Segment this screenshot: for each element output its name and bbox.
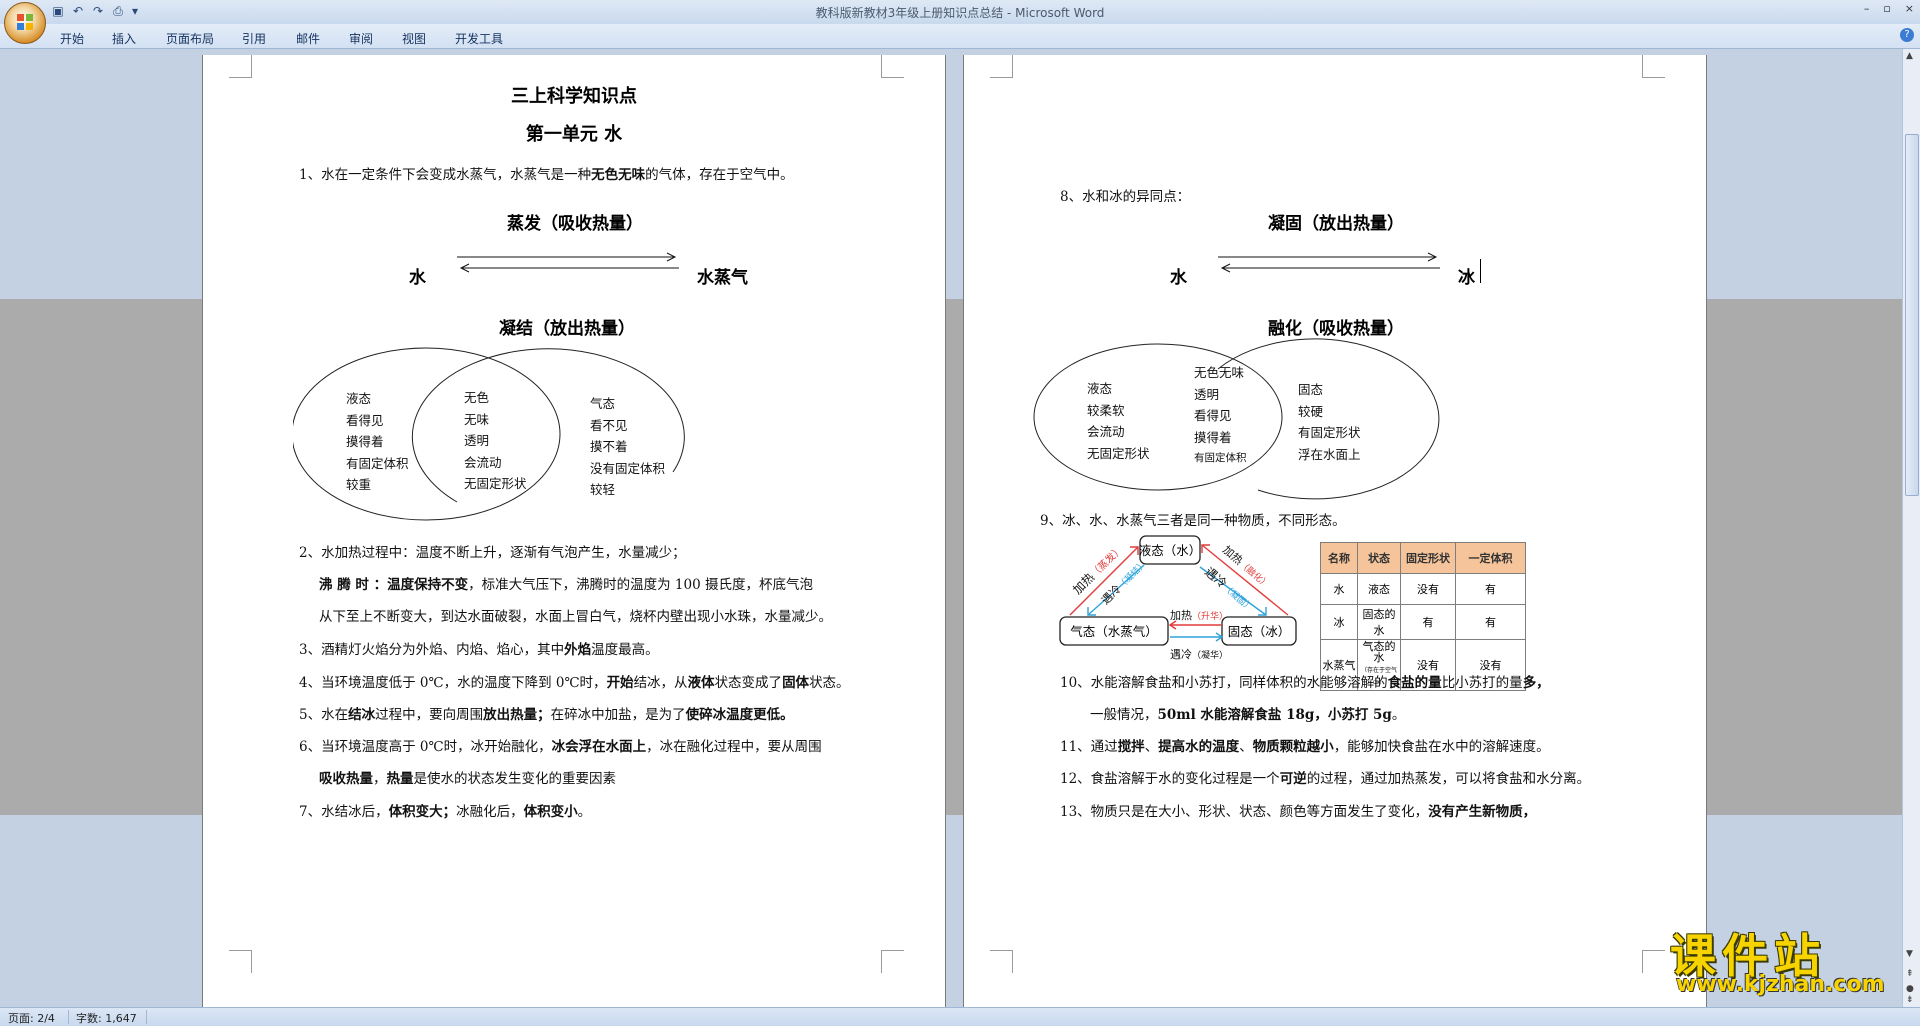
liquid-state-label: 液态（水） <box>1139 543 1202 558</box>
evaporation-label: 蒸发（吸收热量） <box>507 214 643 234</box>
paragraph-11: 11、通过搅拌、提高水的温度、物质颗粒越小，能够加快食盐在水中的溶解速度。 <box>1060 739 1550 755</box>
venn2-right-list: 固态 较硬 有固定形状 浮在水面上 <box>1298 382 1361 462</box>
freeze-melt-arrows <box>1218 252 1440 273</box>
help-icon[interactable]: ? <box>1900 28 1914 42</box>
table-row: 冰固态的水有有 <box>1320 604 1526 640</box>
water-label-2: 水 <box>1170 268 1187 288</box>
minimize-button[interactable]: – <box>1864 2 1870 15</box>
maximize-button[interactable]: ▫ <box>1883 2 1890 15</box>
scroll-up-icon[interactable]: ▲ <box>1906 51 1913 61</box>
paragraph-6: 6、当环境温度高于 0℃时，冰开始融化，冰会浮在水面上，冰在融化过程中，要从周围 <box>299 739 822 755</box>
condensation-label: 凝结（放出热量） <box>499 319 635 339</box>
previous-page-icon[interactable]: ⇞ <box>1906 969 1914 979</box>
paragraph-5: 5、水在结冰过程中，要向周围放出热量；在碎冰中加盐，是为了使碎冰温度更低。 <box>299 707 794 723</box>
unit-heading: 第一单元 水 <box>525 124 623 145</box>
document-page-1[interactable]: 三上科学知识点 第一单元 水 1、水在一定条件下会变成水蒸气，水蒸气是一种无色无… <box>203 55 945 1007</box>
page-count[interactable]: 页面: 2/4 <box>8 1010 55 1026</box>
gas-state-label: 气态（水蒸气） <box>1070 624 1158 639</box>
paragraph-4: 4、当环境温度低于 0℃，水的温度下降到 0℃时，开始结冰，从液体状态变成了固体… <box>299 675 850 691</box>
freezing-label: 凝固（放出热量） <box>1268 214 1404 234</box>
vapor-label: 水蒸气 <box>697 268 748 288</box>
status-bar: 页面: 2/4 字数: 1,647 <box>0 1007 1920 1026</box>
ice-label: 冰 <box>1458 268 1475 288</box>
tab-insert[interactable]: 插入 <box>112 30 136 47</box>
paragraph-3: 3、酒精灯火焰分为外焰、内焰、焰心，其中外焰温度最高。 <box>299 642 659 658</box>
tab-page-layout[interactable]: 页面布局 <box>166 30 214 47</box>
venn1-left-list: 液态 看得见 摸得着 有固定体积 较重 <box>346 391 409 492</box>
window-controls: – ▫ × <box>1864 2 1914 15</box>
ribbon-tab-bar: 开始 插入 页面布局 引用 邮件 审阅 视图 开发工具 ? <box>0 24 1920 49</box>
paragraph-7: 7、水结冰后，体积变大；冰融化后，体积变小。 <box>299 804 592 820</box>
state-cycle-diagram: 液态（水） 气态（水蒸气） 固态（冰） 加热（蒸发） 遇冷（凝结） 加热（融化）… <box>1059 535 1297 661</box>
tab-review[interactable]: 审阅 <box>349 30 373 47</box>
venn2-left-list: 液态 较柔软 会流动 无固定形状 <box>1087 381 1150 461</box>
watermark-url: www.kjzhan.com <box>1676 972 1885 997</box>
paragraph-2: 2、水加热过程中：温度不断上升，逐渐有气泡产生，水量减少； <box>299 545 686 561</box>
solid-state-label: 固态（冰） <box>1228 624 1291 639</box>
svg-text:加热（升华）: 加热（升华） <box>1170 609 1228 622</box>
tab-home[interactable]: 开始 <box>60 30 84 47</box>
page-title: 三上科学知识点 <box>511 86 637 107</box>
vertical-scrollbar[interactable]: ▲ ▼ ⇞ ● ⇟ <box>1902 49 1920 1007</box>
paragraph-8: 8、水和冰的异同点： <box>1060 189 1191 205</box>
office-logo-icon <box>17 14 33 30</box>
paragraph-9: 9、冰、水、水蒸气三者是同一种物质，不同形态。 <box>1040 513 1346 529</box>
paragraph-10b: 一般情况，50ml 水能溶解食盐 18g，小苏打 5g。 <box>1090 707 1406 723</box>
paragraph-1: 1、水在一定条件下会变成水蒸气，水蒸气是一种无色无味的气体，存在于空气中。 <box>299 167 794 183</box>
scroll-down-icon[interactable]: ▼ <box>1906 949 1913 959</box>
paragraph-6b: 吸收热量，热量是使水的状态发生变化的重要因素 <box>319 771 616 787</box>
window-title: 教科版新教材3年级上册知识点总结 - Microsoft Word <box>815 6 1105 20</box>
close-button[interactable]: × <box>1905 2 1914 15</box>
state-comparison-table: 名称 状态 固定形状 一定体积 水液态 没有有 冰固态的水有有 水蒸气 气态的水（… <box>1320 542 1526 691</box>
paragraph-2b: 沸 腾 时 ：温度保持不变，标准大气压下，沸腾时的温度为 100 摄氏度，杯底气… <box>319 577 813 593</box>
paragraph-2c: 从下至上不断变大，到达水面破裂，水面上冒白气，烧杯内壁出现小水珠，水量减少。 <box>319 609 832 625</box>
title-bar: ▣ ↶ ↷ ⎙ ▾ 教科版新教材3年级上册知识点总结 - Microsoft W… <box>0 0 1920 24</box>
scrollbar-thumb[interactable] <box>1905 134 1919 496</box>
paragraph-12: 12、食盐溶解于水的变化过程是一个可逆的过程，通过加热蒸发，可以将食盐和水分离。 <box>1060 771 1591 787</box>
paragraph-10: 10、水能溶解食盐和小苏打，同样体积的水能够溶解的食盐的量比小苏打的量多， <box>1060 675 1550 691</box>
venn2-middle-list: 无色无味 透明 看得见 摸得着 有固定体积 <box>1194 365 1247 464</box>
svg-text:遇冷（凝华）: 遇冷（凝华） <box>1170 648 1228 661</box>
venn1-right-list: 气态 看不见 摸不着 没有固定体积 较轻 <box>590 396 666 497</box>
word-count[interactable]: 字数: 1,647 <box>76 1010 137 1026</box>
next-page-icon[interactable]: ⇟ <box>1906 995 1914 1005</box>
text-cursor <box>1480 259 1481 283</box>
water-label: 水 <box>409 268 426 288</box>
office-button[interactable] <box>4 2 46 44</box>
document-page-2[interactable]: 8、水和冰的异同点： 凝固（放出热量） 水 冰 融化（吸收热量） 液态 较柔软 会流… <box>964 55 1706 1007</box>
browse-object-icon[interactable]: ● <box>1906 984 1914 994</box>
tab-mailings[interactable]: 邮件 <box>296 30 320 47</box>
venn1-middle-list: 无色 无味 透明 会流动 无固定形状 <box>464 390 527 491</box>
table-row: 水液态 没有有 <box>1320 573 1526 605</box>
tab-view[interactable]: 视图 <box>402 30 426 47</box>
evap-cond-arrows <box>457 252 679 273</box>
tab-developer[interactable]: 开发工具 <box>455 30 503 47</box>
document-workspace: 三上科学知识点 第一单元 水 1、水在一定条件下会变成水蒸气，水蒸气是一种无色无… <box>0 49 1903 1007</box>
paragraph-13: 13、物质只是在大小、形状、状态、颜色等方面发生了变化，没有产生新物质， <box>1060 804 1537 820</box>
tab-references[interactable]: 引用 <box>242 30 266 47</box>
site-watermark: 课件站 www.kjzhan.com <box>1670 920 1900 1002</box>
